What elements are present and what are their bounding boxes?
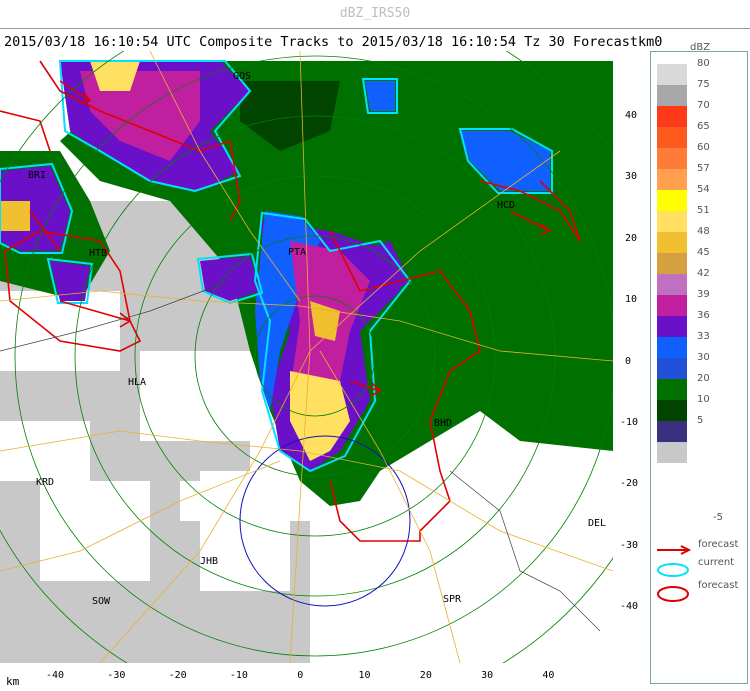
legend-label: 36 — [697, 310, 710, 321]
place-label: HCD — [497, 200, 515, 211]
legend-label: 20 — [697, 373, 710, 384]
x-tick-label: 30 — [481, 670, 494, 681]
plot-header: 2015/03/18 16:10:54 UTC Composite Tracks… — [4, 34, 662, 50]
x-tick-label: -20 — [168, 670, 187, 681]
legend-label: 60 — [697, 142, 710, 153]
legend-row: 5 — [657, 415, 714, 442]
legend-row — [657, 442, 714, 463]
key-forecast-ellipse: forecast — [655, 580, 738, 605]
legend-label: 30 — [697, 352, 710, 363]
key-label: current — [698, 557, 735, 568]
legend-label: 65 — [697, 121, 710, 132]
y-tick-label: 20 — [625, 232, 638, 244]
place-label: BHD — [434, 418, 452, 429]
legend-swatch — [657, 442, 687, 463]
legend-swatch — [657, 274, 687, 295]
legend-swatch — [657, 400, 687, 421]
legend-swatch — [657, 106, 687, 127]
legend-swatch — [657, 190, 687, 211]
ellipse-icon — [657, 586, 689, 602]
key-forecast-arrow: forecast — [655, 539, 738, 558]
header-unit: km0 — [637, 34, 663, 50]
place-label: SPR — [443, 594, 462, 605]
x-axis-unit: km — [6, 675, 20, 688]
y-tick-label: -20 — [620, 478, 639, 490]
legend-label: 54 — [697, 184, 710, 195]
y-tick-label: 0 — [625, 355, 632, 367]
legend-swatch — [657, 358, 687, 379]
place-label: DEL — [588, 518, 606, 529]
legend-swatch — [657, 232, 687, 253]
legend-title: dBZ — [690, 42, 711, 53]
key-current-ellipse: current — [655, 557, 734, 580]
legend-swatch — [657, 148, 687, 169]
arrow-icon — [657, 545, 692, 555]
x-tick-label: -40 — [46, 670, 65, 681]
legend-swatch — [657, 64, 687, 85]
color-legend: 80 75 70 65 60 57 54 51 48 45 42 39 36 33 30 20 10 5 — [657, 58, 714, 463]
legend-swatch — [657, 316, 687, 337]
legend-label: 80 — [697, 58, 710, 69]
x-tick-label: 40 — [542, 670, 555, 681]
legend-swatch — [657, 421, 687, 442]
legend-bottom-label: -5 — [713, 512, 723, 523]
legend-label: 51 — [697, 205, 710, 216]
legend-label: 42 — [697, 268, 710, 279]
legend-label: 70 — [697, 100, 710, 111]
legend-label: 39 — [697, 289, 710, 300]
storm-cell-west-core — [0, 201, 30, 231]
y-tick-label: 30 — [625, 171, 638, 183]
x-tick-label: 10 — [358, 670, 371, 681]
key-label: forecast — [698, 580, 739, 591]
radar-map[interactable]: GOS BRI HTB PTA HLA BHD KRD JHB SOW SPR … — [0, 51, 613, 663]
place-label: JHB — [200, 556, 218, 567]
legend-swatch — [657, 253, 687, 274]
legend-label: 75 — [697, 79, 710, 90]
legend-label: 57 — [697, 163, 710, 174]
header-text: 2015/03/18 16:10:54 UTC Composite Tracks… — [4, 34, 638, 50]
y-tick-label: -30 — [620, 539, 639, 551]
legend-swatch — [657, 211, 687, 232]
legend-label: 48 — [697, 226, 710, 237]
window-title: dBZ_IRS50 — [0, 0, 750, 28]
legend-swatch — [657, 85, 687, 106]
legend-row: 10 — [657, 394, 714, 421]
place-label: PTA — [288, 247, 306, 258]
legend-swatch — [657, 127, 687, 148]
storm-cell-ne2 — [365, 81, 395, 111]
legend-label: 10 — [697, 394, 710, 405]
key-label: forecast — [698, 539, 739, 550]
y-tick-label: -10 — [620, 417, 639, 428]
y-tick-label: -40 — [620, 601, 639, 613]
legend-swatch — [657, 169, 687, 190]
place-label: HLA — [128, 377, 146, 388]
legend-label: 45 — [697, 247, 710, 258]
legend-swatch — [657, 295, 687, 316]
legend-swatch — [657, 379, 687, 400]
x-tick-label: -30 — [107, 670, 126, 681]
x-tick-label: -10 — [229, 670, 248, 681]
x-tick-label: 0 — [297, 670, 304, 681]
place-label: BRI — [28, 170, 46, 181]
legend-label: 5 — [697, 415, 704, 426]
place-label: SOW — [92, 596, 111, 607]
x-tick-label: 20 — [419, 670, 432, 681]
legend-swatch — [657, 337, 687, 358]
place-label: GOS — [233, 71, 251, 82]
legend-label: 33 — [697, 331, 710, 342]
place-label: KRD — [36, 477, 54, 488]
y-tick-label: 10 — [625, 294, 638, 306]
place-label: HTB — [89, 248, 107, 259]
ellipse-icon — [657, 563, 689, 577]
y-tick-label: 40 — [625, 110, 638, 121]
